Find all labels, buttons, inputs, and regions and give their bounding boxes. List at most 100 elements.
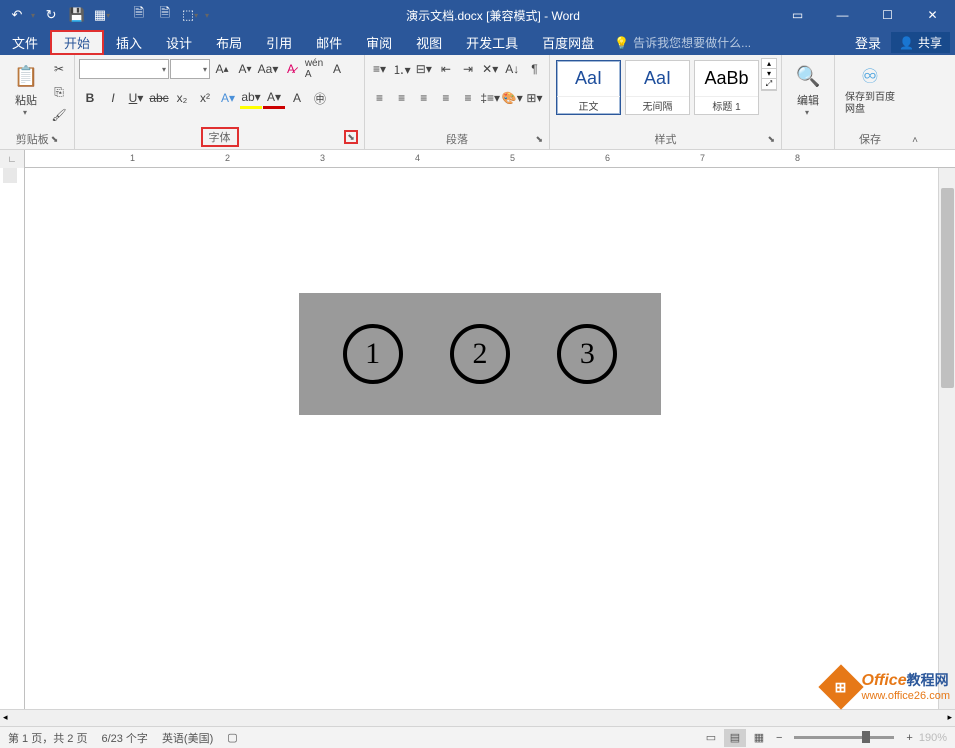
- clear-format-button[interactable]: A̷: [280, 58, 302, 80]
- scroll-right-icon[interactable]: ▸: [947, 712, 952, 723]
- page-number-status[interactable]: 第 1 页，共 2 页: [8, 730, 87, 746]
- bold-button[interactable]: B: [79, 87, 101, 109]
- tab-references[interactable]: 引用: [254, 30, 304, 55]
- circle-3[interactable]: 3: [557, 324, 617, 384]
- tab-baidu[interactable]: 百度网盘: [530, 30, 606, 55]
- decrease-indent-button[interactable]: ⇤: [435, 58, 456, 80]
- phonetic-button[interactable]: wénA: [303, 58, 325, 80]
- maximize-button[interactable]: ☐: [865, 0, 910, 30]
- macro-status-icon[interactable]: ▢: [227, 731, 237, 744]
- paste-button[interactable]: 📋 粘贴 ▾: [4, 58, 48, 119]
- tab-developer[interactable]: 开发工具: [454, 30, 530, 55]
- minimize-button[interactable]: —: [820, 0, 865, 30]
- zoom-slider[interactable]: [794, 736, 894, 739]
- enclose-char-button[interactable]: ㊥: [309, 87, 331, 109]
- new-doc-button[interactable]: ▦▾: [91, 3, 115, 27]
- font-size-select[interactable]: ▾: [170, 59, 210, 79]
- close-button[interactable]: ✕: [910, 0, 955, 30]
- align-right-button[interactable]: ≡: [413, 87, 434, 109]
- tell-me-search[interactable]: 💡 告诉我您想要做什么...: [606, 30, 855, 55]
- distribute-button[interactable]: ≡: [458, 87, 479, 109]
- font-family-select[interactable]: ▾: [79, 59, 169, 79]
- document-viewport[interactable]: 1 2 3: [25, 168, 938, 709]
- format-painter-button[interactable]: 🖌: [48, 104, 70, 126]
- styles-down-button[interactable]: ▾: [762, 69, 776, 79]
- styles-launcher-icon[interactable]: ⬊: [767, 134, 775, 145]
- clipboard-launcher-icon[interactable]: ⬊: [51, 134, 59, 145]
- print-layout-button[interactable]: ▤: [724, 729, 746, 747]
- word-count-status[interactable]: 6/23 个字: [101, 730, 147, 746]
- style-normal[interactable]: AaI 正文: [556, 60, 621, 115]
- styles-up-button[interactable]: ▴: [762, 59, 776, 69]
- underline-button[interactable]: U▾: [125, 87, 147, 109]
- tab-design[interactable]: 设计: [154, 30, 204, 55]
- share-button[interactable]: 👤 共享: [891, 32, 950, 53]
- tab-insert[interactable]: 插入: [104, 30, 154, 55]
- save-button[interactable]: 💾: [65, 3, 89, 27]
- web-layout-button[interactable]: ▦: [748, 729, 770, 747]
- align-center-button[interactable]: ≡: [391, 87, 412, 109]
- line-spacing-button[interactable]: ‡≡▾: [480, 87, 501, 109]
- char-border-button[interactable]: A: [326, 58, 348, 80]
- shading-button[interactable]: 🎨▾: [502, 87, 523, 109]
- text-effects-button[interactable]: A▾: [217, 87, 239, 109]
- language-status[interactable]: 英语(美国): [162, 730, 213, 746]
- font-color-button[interactable]: A▾: [263, 87, 285, 109]
- tab-view[interactable]: 视图: [404, 30, 454, 55]
- redo-button[interactable]: ↻: [39, 3, 63, 27]
- char-shading-button[interactable]: A: [286, 87, 308, 109]
- tab-file[interactable]: 文件: [0, 30, 50, 55]
- zoom-in-button[interactable]: +: [902, 732, 916, 744]
- print-button[interactable]: 🗎: [153, 3, 177, 27]
- touch-mode-button[interactable]: ⬚▾: [179, 3, 203, 27]
- vertical-ruler[interactable]: [0, 168, 25, 709]
- read-mode-button[interactable]: ▭: [700, 729, 722, 747]
- horizontal-scrollbar[interactable]: ◂ ▸: [0, 709, 955, 726]
- editing-button[interactable]: 🔍 编辑 ▾: [786, 58, 830, 119]
- collapse-ribbon-icon[interactable]: ˄: [912, 135, 918, 146]
- zoom-level[interactable]: 190%: [919, 732, 947, 744]
- ribbon-options-button[interactable]: ▭: [775, 0, 820, 30]
- style-no-spacing[interactable]: AaI 无间隔: [625, 60, 690, 115]
- font-launcher-icon[interactable]: ⬊: [344, 130, 358, 144]
- scroll-left-icon[interactable]: ◂: [3, 712, 8, 723]
- shrink-font-button[interactable]: A▾: [234, 58, 256, 80]
- tab-home[interactable]: 开始: [50, 30, 104, 55]
- align-left-button[interactable]: ≡: [369, 87, 390, 109]
- numbering-button[interactable]: ⒈▾: [391, 58, 412, 80]
- styles-more-button[interactable]: ⤢: [762, 79, 776, 90]
- circle-1[interactable]: 1: [343, 324, 403, 384]
- undo-dropdown-icon[interactable]: ▾: [31, 11, 37, 20]
- zoom-slider-thumb[interactable]: [862, 731, 870, 743]
- tab-layout[interactable]: 布局: [204, 30, 254, 55]
- subscript-button[interactable]: x₂: [171, 87, 193, 109]
- print-preview-button[interactable]: 🗎: [127, 3, 151, 27]
- circle-2[interactable]: 2: [450, 324, 510, 384]
- italic-button[interactable]: I: [102, 87, 124, 109]
- multilevel-button[interactable]: ⊟▾: [413, 58, 434, 80]
- bullets-button[interactable]: ≡▾: [369, 58, 390, 80]
- asian-layout-button[interactable]: ✕▾: [480, 58, 501, 80]
- increase-indent-button[interactable]: ⇥: [458, 58, 479, 80]
- copy-button[interactable]: ⎘: [48, 81, 70, 103]
- scroll-thumb[interactable]: [941, 188, 954, 388]
- gray-rectangle-shape[interactable]: 1 2 3: [299, 293, 661, 415]
- undo-button[interactable]: ↶: [5, 3, 29, 27]
- strike-button[interactable]: abc: [148, 87, 170, 109]
- zoom-out-button[interactable]: −: [772, 732, 786, 744]
- login-link[interactable]: 登录: [855, 33, 881, 52]
- show-marks-button[interactable]: ¶: [524, 58, 545, 80]
- highlight-button[interactable]: ab▾: [240, 87, 262, 109]
- style-heading1[interactable]: AaBb 标题 1: [694, 60, 759, 115]
- vertical-scrollbar[interactable]: [938, 168, 955, 709]
- cut-button[interactable]: ✂: [48, 58, 70, 80]
- tab-review[interactable]: 审阅: [354, 30, 404, 55]
- ruler-corner[interactable]: ∟: [0, 150, 25, 168]
- borders-button[interactable]: ⊞▾: [524, 87, 545, 109]
- justify-button[interactable]: ≡: [435, 87, 456, 109]
- horizontal-ruler[interactable]: ∟ 1 2 3 4 5 6 7 8: [0, 150, 955, 168]
- grow-font-button[interactable]: A▴: [211, 58, 233, 80]
- paragraph-launcher-icon[interactable]: ⬊: [535, 134, 543, 145]
- tab-mail[interactable]: 邮件: [304, 30, 354, 55]
- sort-button[interactable]: A↓: [502, 58, 523, 80]
